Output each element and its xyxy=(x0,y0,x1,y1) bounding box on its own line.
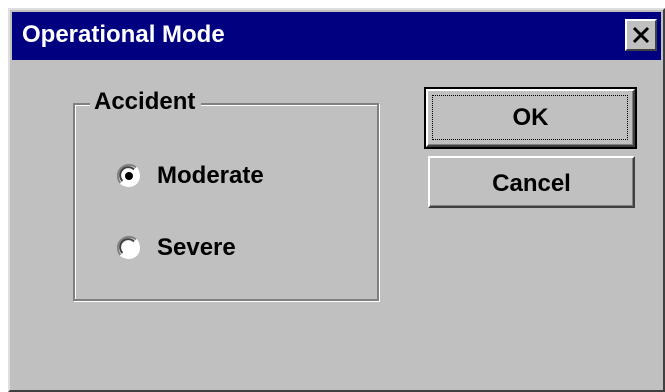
ok-button-label: OK xyxy=(512,104,549,131)
radio-severe[interactable]: Severe xyxy=(116,233,236,263)
radio-selected-icon[interactable] xyxy=(116,163,141,188)
close-button[interactable] xyxy=(625,19,657,51)
dialog-title: Operational Mode xyxy=(22,21,225,48)
cancel-button-label: Cancel xyxy=(492,170,571,197)
dialog-window: Operational Mode Accident Moderate Sever… xyxy=(8,8,665,392)
close-icon xyxy=(632,26,650,44)
cancel-button[interactable]: Cancel xyxy=(428,156,635,208)
groupbox-label: Accident xyxy=(90,88,202,116)
radio-label-moderate[interactable]: Moderate xyxy=(157,162,264,190)
radio-unselected-icon[interactable] xyxy=(116,235,141,260)
accident-groupbox: Accident Moderate Severe xyxy=(73,88,379,301)
radio-label-severe[interactable]: Severe xyxy=(157,234,236,262)
radio-moderate[interactable]: Moderate xyxy=(116,161,264,191)
title-bar[interactable]: Operational Mode xyxy=(12,12,661,60)
ok-button[interactable]: OK xyxy=(424,87,637,149)
